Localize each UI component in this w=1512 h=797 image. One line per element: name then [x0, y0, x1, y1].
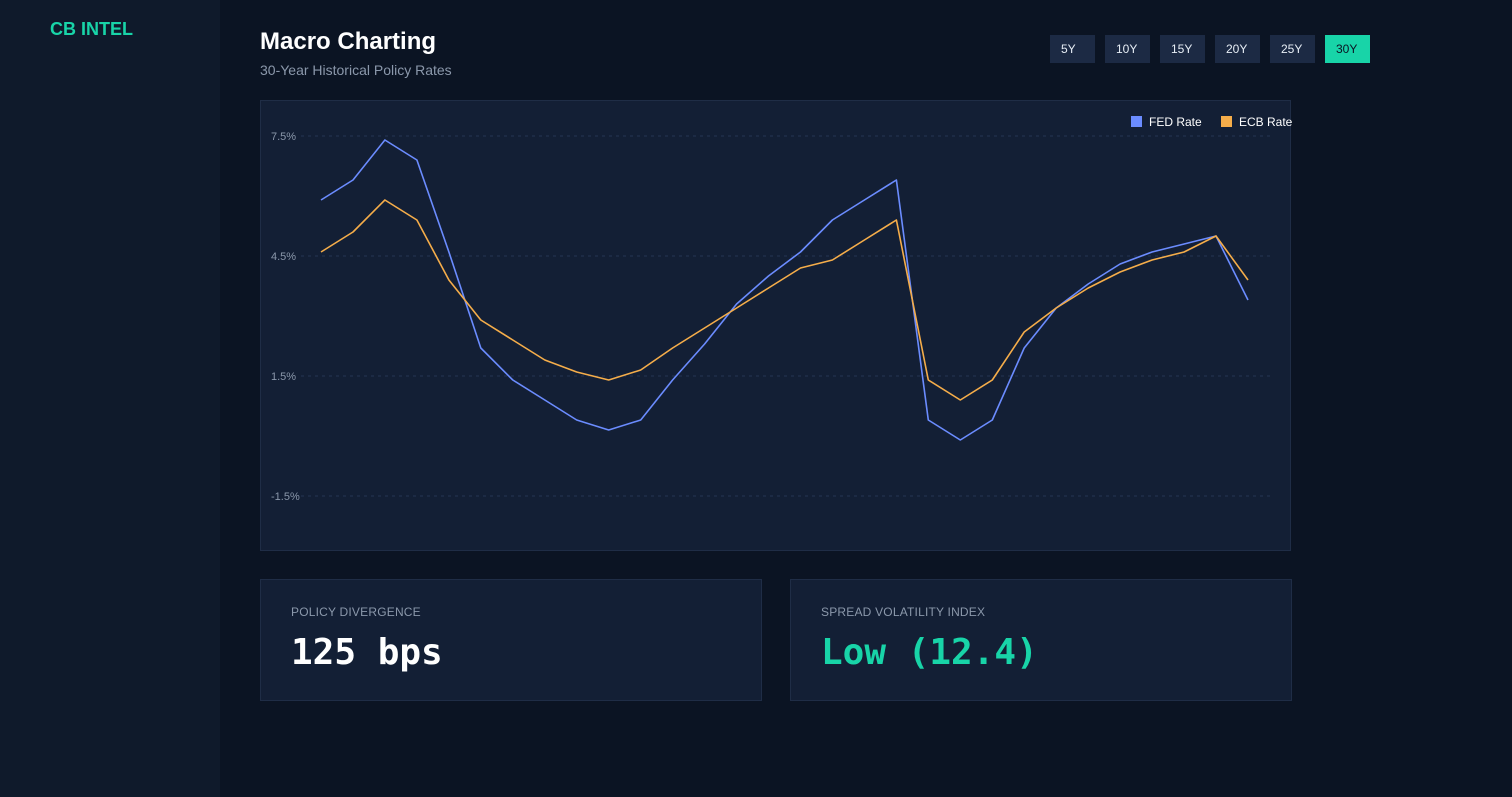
range-button-25y[interactable]: 25Y: [1270, 35, 1315, 63]
chart-card: 7.5% 4.5% 1.5% -1.5% FED Rate ECB Rate: [260, 100, 1292, 551]
range-button-20y[interactable]: 20Y: [1215, 35, 1260, 63]
main-content: Macro Charting 30-Year Historical Policy…: [220, 0, 1512, 797]
rates-chart: 7.5% 4.5% 1.5% -1.5% FED Rate ECB Rate: [271, 115, 1292, 503]
policy-divergence-card: POLICY DIVERGENCE 125 bps: [260, 579, 762, 701]
brand-logo[interactable]: CB INTEL: [50, 19, 133, 40]
y-tick-label: -1.5%: [271, 491, 300, 503]
legend-label-fed: FED Rate: [1149, 115, 1202, 129]
range-button-15y[interactable]: 15Y: [1160, 35, 1205, 63]
legend-label-ecb: ECB Rate: [1239, 115, 1292, 129]
page-title: Macro Charting: [260, 28, 437, 55]
fed-rate-line: [320, 139, 1249, 441]
y-tick-label: 1.5%: [271, 371, 296, 383]
range-button-10y[interactable]: 10Y: [1105, 35, 1150, 63]
ecb-rate-line: [320, 199, 1249, 401]
policy-divergence-value: 125 bps: [291, 632, 443, 673]
range-button-5y[interactable]: 5Y: [1050, 35, 1095, 63]
legend-swatch-ecb: [1221, 116, 1232, 127]
legend-swatch-fed: [1131, 116, 1142, 127]
y-tick-label: 4.5%: [271, 251, 296, 263]
policy-divergence-label: POLICY DIVERGENCE: [291, 605, 421, 619]
range-button-30y[interactable]: 30Y: [1325, 35, 1370, 63]
spread-volatility-value: Low (12.4): [821, 632, 1038, 673]
spread-volatility-label: SPREAD VOLATILITY INDEX: [821, 605, 986, 619]
spread-volatility-card: SPREAD VOLATILITY INDEX Low (12.4): [790, 579, 1292, 701]
sidebar: CB INTEL: [0, 0, 220, 797]
y-tick-label: 7.5%: [271, 131, 296, 143]
page-subtitle: 30-Year Historical Policy Rates: [260, 62, 452, 78]
